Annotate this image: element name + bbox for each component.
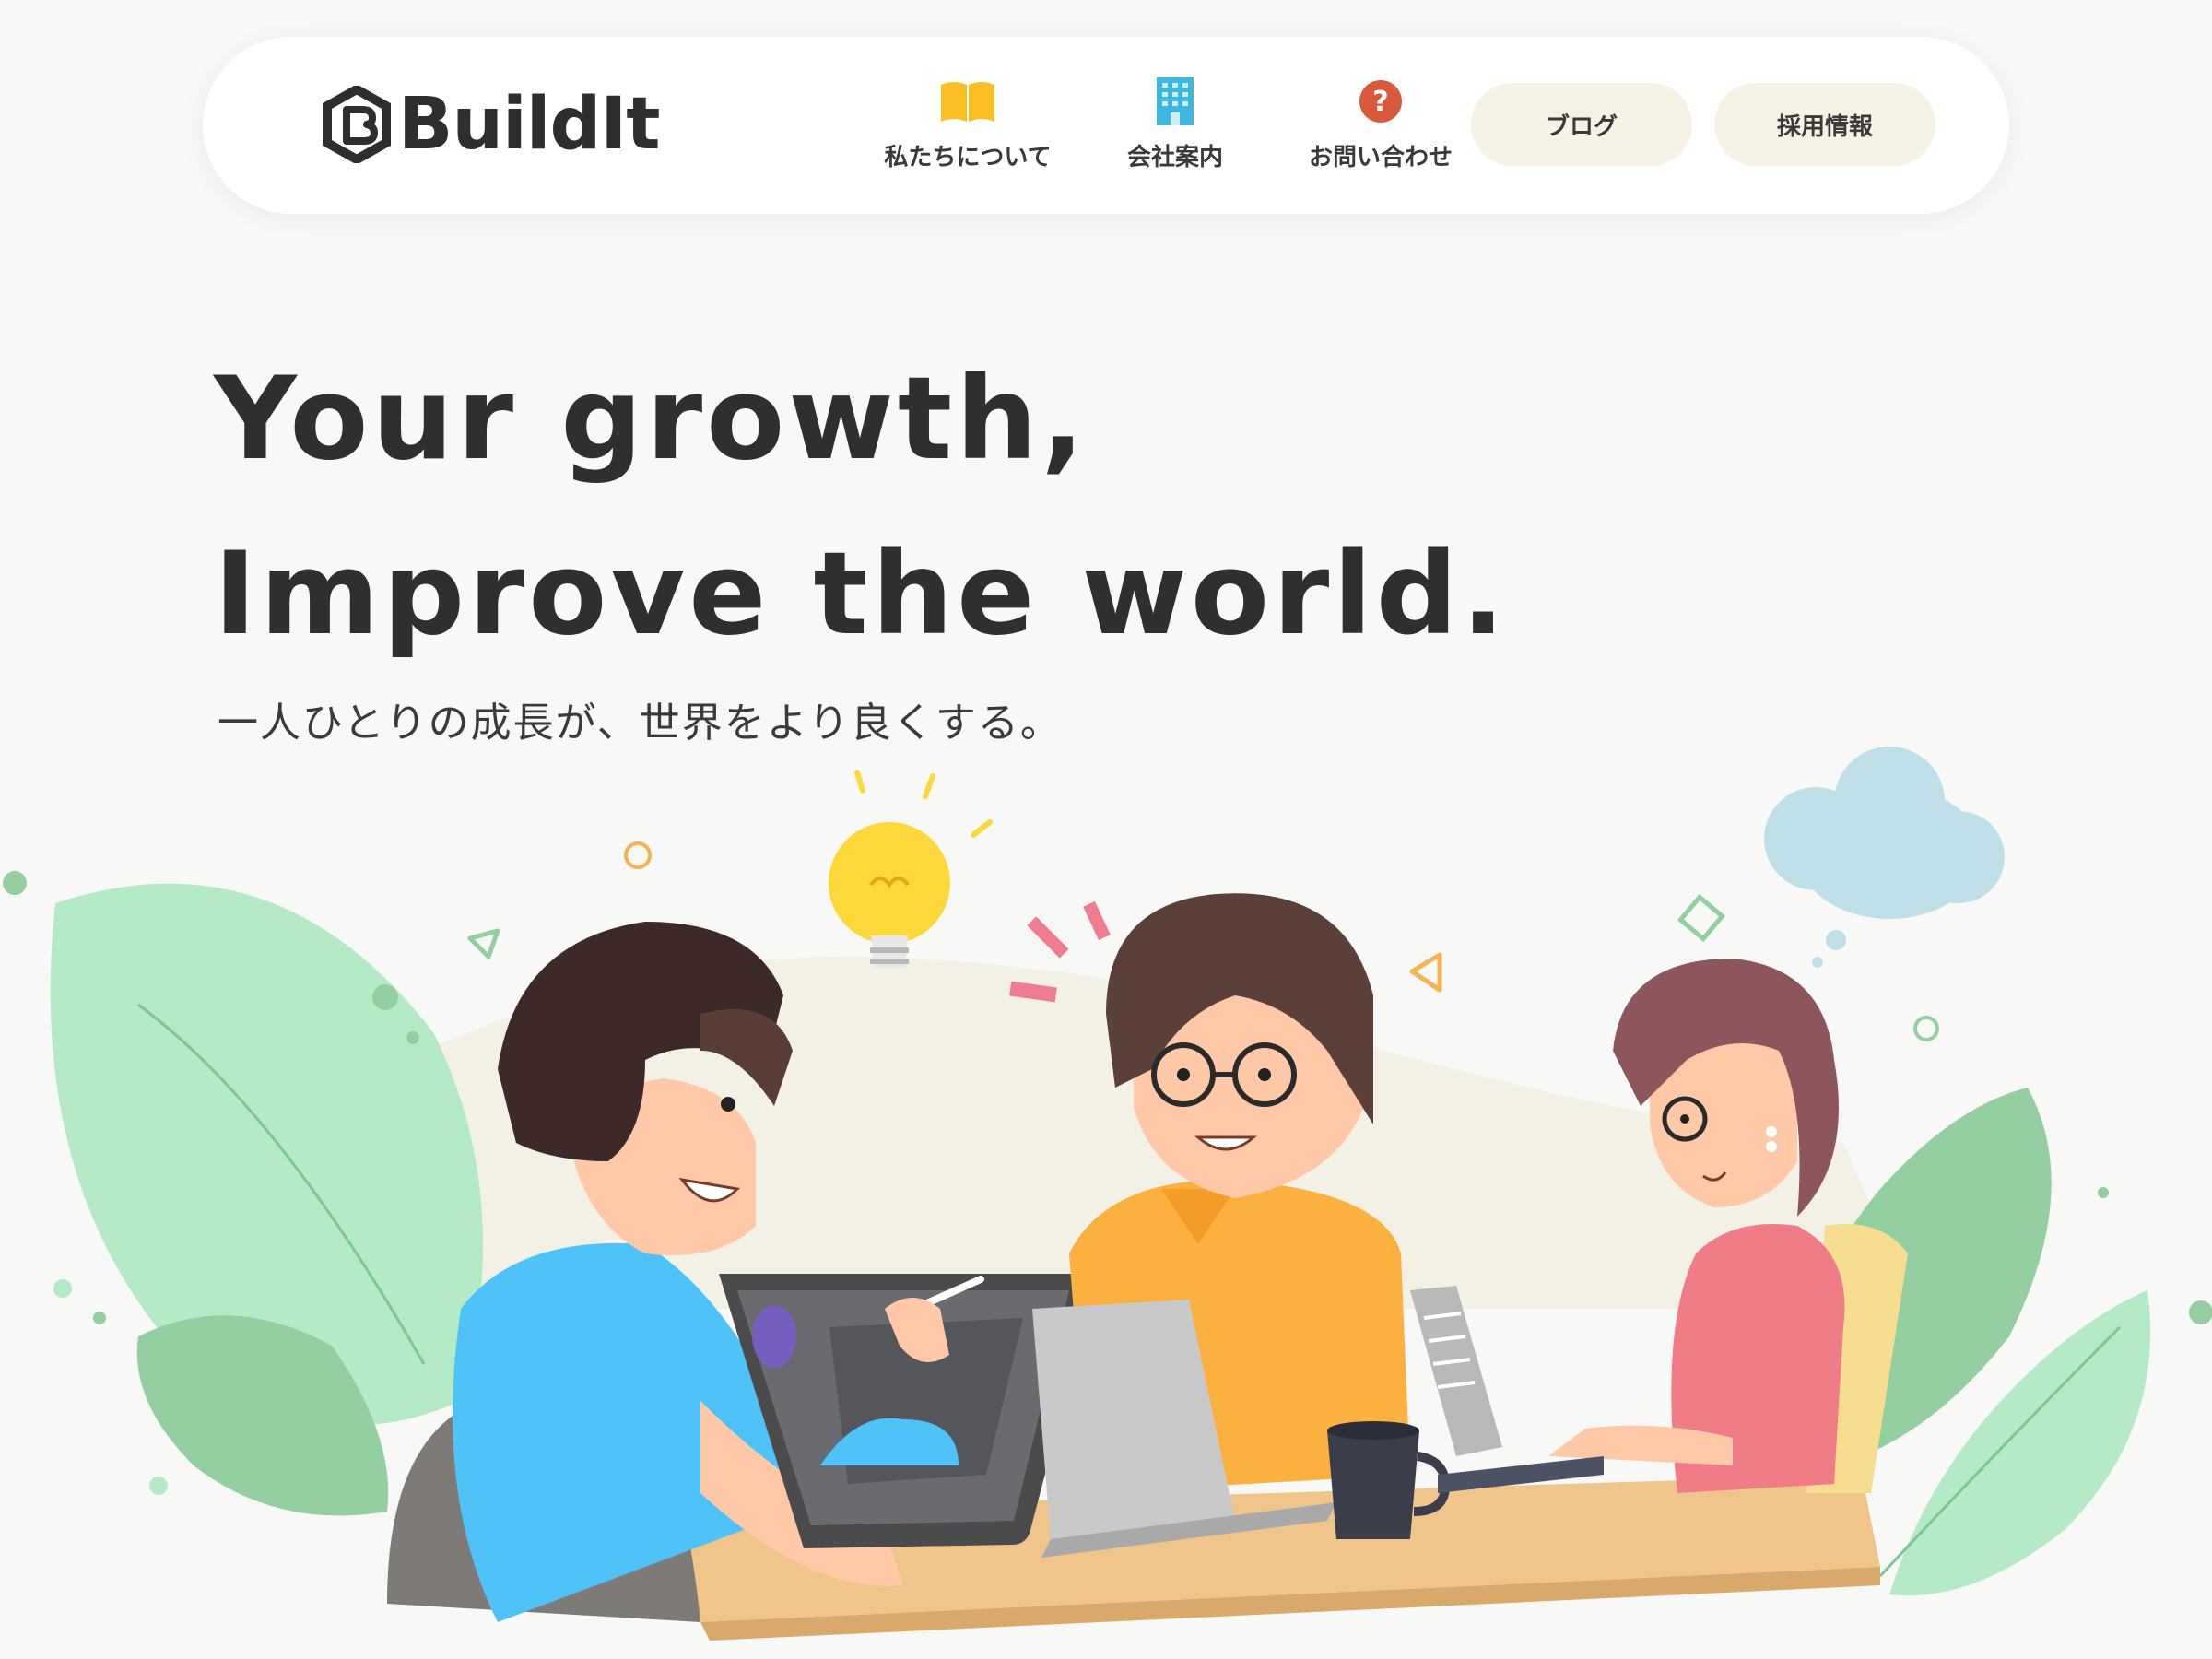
thought-cloud-icon bbox=[1764, 747, 2005, 968]
building-icon bbox=[1157, 74, 1194, 129]
nav-company-label: 会社案内 bbox=[1126, 144, 1223, 171]
brand-name: BuildIt bbox=[398, 83, 661, 166]
nav-contact-label: お問い合わせ bbox=[1308, 144, 1453, 171]
question-circle-icon: ? bbox=[1359, 74, 1403, 129]
hexagon-b-icon bbox=[323, 86, 391, 163]
leaf-icon bbox=[50, 883, 484, 1516]
recruit-button[interactable]: 採用情報 bbox=[1714, 83, 1936, 166]
lightbulb-icon bbox=[829, 770, 993, 968]
nav-about[interactable]: 私たちについて bbox=[866, 74, 1069, 184]
book-icon bbox=[939, 74, 996, 129]
nav-contact[interactable]: ? お問い合わせ bbox=[1279, 74, 1482, 184]
svg-text:?: ? bbox=[1372, 86, 1388, 118]
hero-title: Your growth, Improve the world. bbox=[214, 332, 1509, 682]
nav-about-label: 私たちについて bbox=[884, 144, 1052, 171]
hero-title-line-1: Your growth, bbox=[214, 353, 1088, 486]
hero-title-line-2: Improve the world. bbox=[214, 528, 1509, 661]
nav-company[interactable]: 会社案内 bbox=[1074, 74, 1277, 184]
brand-logo[interactable]: BuildIt bbox=[323, 83, 661, 166]
blog-button[interactable]: ブログ bbox=[1471, 83, 1692, 166]
site-header: BuildIt 私たちについて 会社案内 ? お問い合わせ ブログ 採用情報 bbox=[203, 37, 2009, 214]
hero-illustration bbox=[3, 747, 2212, 1641]
